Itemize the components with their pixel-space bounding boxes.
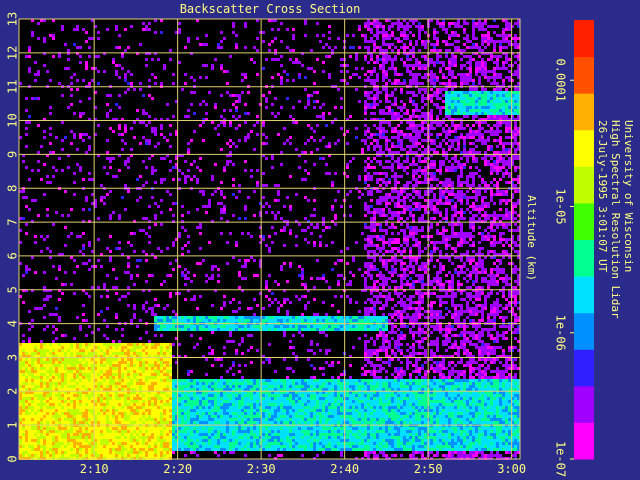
colorbar-segment [574, 312, 594, 350]
y-tick-label: 11 [6, 79, 20, 93]
credit-line-2: High Spectral Resolution Lidar [609, 120, 622, 319]
x-tick-label: 2:10 [80, 462, 109, 476]
x-tick-label: 2:20 [163, 462, 192, 476]
colorbar-segment [574, 239, 594, 277]
credit-line-3: 26-July-1995 3:01:07 UT [596, 120, 609, 273]
y-axis-label: Altitude (km) [525, 195, 538, 281]
y-tick-label: 7 [6, 218, 20, 225]
colorbar-tick-label: 0.0001 [554, 59, 568, 102]
colorbar-segment [574, 349, 594, 387]
x-tick-label: 3:00 [497, 462, 526, 476]
colorbar-tick-label: 1e-05 [554, 188, 568, 224]
x-tick-label: 2:50 [414, 462, 443, 476]
colorbar-segment [574, 56, 594, 94]
x-tick-label: 2:40 [330, 462, 359, 476]
colorbar-segment [574, 129, 594, 167]
colorbar-tick-label: 1e-07 [554, 441, 568, 477]
colorbar-segment [574, 166, 594, 204]
x-tick-label: 2:30 [247, 462, 276, 476]
colorbar-segment [574, 202, 594, 240]
y-tick-label: 0 [6, 455, 20, 462]
y-tick-label: 2 [6, 388, 20, 395]
y-tick-label: 10 [6, 113, 20, 127]
y-tick-label: 5 [6, 286, 20, 293]
colorbar-tick-label: 1e-06 [554, 315, 568, 351]
colorbar-segment [574, 93, 594, 131]
plot-area [18, 18, 521, 460]
y-tick-label: 8 [6, 185, 20, 192]
colorbar-segment [574, 422, 594, 460]
y-tick-label: 12 [6, 46, 20, 60]
y-tick-label: 9 [6, 151, 20, 158]
y-tick-label: 4 [6, 320, 20, 327]
credit-line-1: University of Wisconsin [622, 120, 635, 272]
y-tick-label: 3 [6, 354, 20, 361]
colorbar-segment [574, 276, 594, 314]
y-tick-label: 6 [6, 252, 20, 259]
colorbar-segment [574, 385, 594, 423]
y-tick-label: 13 [6, 12, 20, 26]
y-tick-label: 1 [6, 422, 20, 429]
colorbar-segment [574, 20, 594, 58]
lidar-figure: Backscatter Cross Section 01234567891011… [0, 0, 640, 480]
chart-title: Backscatter Cross Section [180, 2, 361, 16]
